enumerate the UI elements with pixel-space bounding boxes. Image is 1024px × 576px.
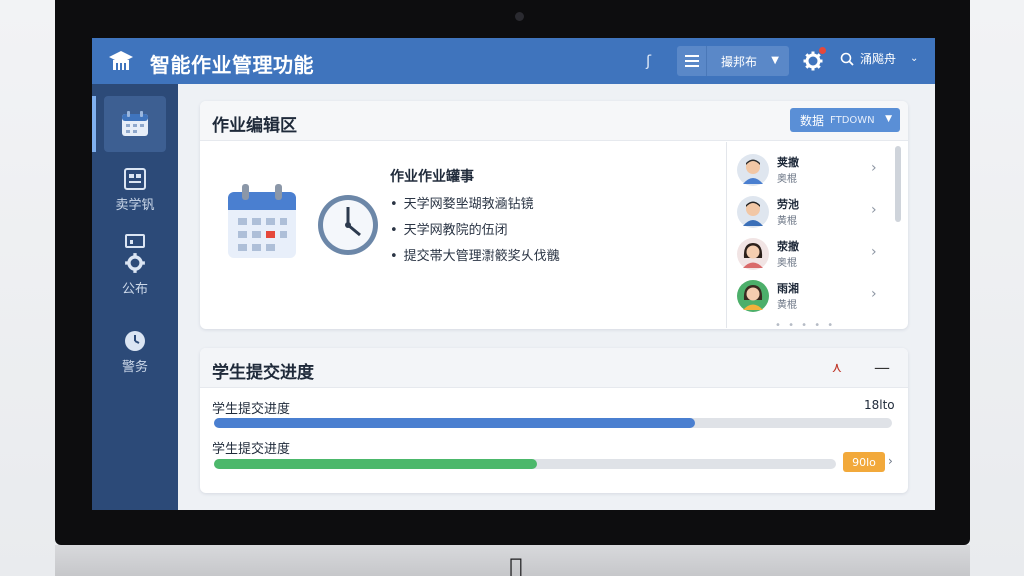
avatar: [737, 238, 769, 270]
clock-icon: [318, 195, 378, 255]
gear-icon: [125, 253, 145, 273]
task-list: 天学网婺㘴瑚㪍㴠钻镜 天学网教院的伍闭 提交帯大管理㵱䉰奖乆伐䰪: [390, 193, 560, 271]
filter-label: 撮邦布: [721, 54, 758, 69]
student-name: 荚撤: [777, 156, 799, 169]
search-icon: [840, 52, 854, 66]
avatar: [737, 154, 769, 186]
search-label: 涌飚舟: [860, 52, 897, 66]
list-item: 天学网教院的伍闭: [390, 219, 560, 238]
sort-arrow-icon[interactable]: ⋏: [832, 360, 842, 376]
student-row[interactable]: 荚撤 奥棍 ›: [727, 150, 893, 190]
graduation-cap-icon: [109, 51, 133, 70]
filter-dropdown[interactable]: 撮邦布 ▼: [677, 46, 789, 76]
app-screen: 智能作业管理功能 ʃ 撮邦布 ▼ 涌飚舟 ⌄ 卖学钒 公布 警务 作业编辑区 数…: [92, 38, 935, 510]
camera: [515, 12, 524, 21]
hamburger-menu-icon: [684, 55, 699, 67]
homework-editor-card: 作业编辑区 数据 FTDOWN ▼ 作业作业罐事 • 天学网婺㘴瑚㪍㴠钻镜 • …: [200, 101, 908, 331]
editor-card-header: 作业编辑区 数据 FTDOWN ▼: [200, 101, 908, 141]
calendar-icon: [228, 184, 296, 258]
progress-label: 学生提交进度: [212, 402, 291, 417]
chevron-right-icon[interactable]: ›: [888, 454, 893, 468]
student-sub: 奥棍: [777, 258, 797, 269]
sidebar-item-affairs[interactable]: 警务: [92, 330, 178, 375]
collapse-icon[interactable]: —: [874, 358, 890, 377]
submission-progress-card: 学生提交进度 ⋏ — 学生提交进度 18lto 学生提交进度 90lo ›: [200, 348, 908, 493]
progress-card-header: 学生提交进度 ⋏ —: [200, 348, 908, 388]
progress-track: [214, 418, 892, 428]
sidebar-item-calendar[interactable]: [92, 96, 178, 152]
student-sub: 黄棍: [777, 216, 797, 227]
chevron-right-icon: ›: [871, 202, 877, 218]
data-button-label: 数据: [800, 113, 825, 128]
progress-label: 学生提交进度: [212, 442, 291, 457]
menu-button[interactable]: [677, 46, 707, 76]
more-dots-icon: • • • • •: [775, 320, 836, 331]
progress-fill: [214, 459, 538, 469]
sidebar-icon-box: [104, 96, 166, 152]
chevron-down-icon: ▼: [771, 55, 779, 66]
student-row[interactable]: 劳池 黄棍 ›: [727, 192, 893, 232]
progress-value: 18lto: [864, 398, 895, 412]
notification-dot: [819, 47, 826, 54]
student-list-scrollbar[interactable]: [895, 146, 901, 222]
sidebar-item-label: 警务: [121, 360, 148, 375]
progress-badge: 90lo: [843, 452, 885, 472]
chevron-right-icon: ›: [871, 286, 877, 302]
chevron-right-icon: ›: [871, 244, 877, 260]
student-name: 雨湘: [777, 282, 799, 295]
student-row[interactable]: 雨湘 黄棍 ›: [727, 276, 893, 316]
chevron-down-icon: ▼: [885, 114, 892, 124]
avatar: [737, 280, 769, 312]
avatar: [737, 196, 769, 228]
gear-icon: [803, 51, 823, 71]
sidebar-item-label: 公布: [121, 282, 148, 297]
wave-icon: ʃ: [646, 52, 652, 70]
progress-tools: ⋏ —: [832, 358, 890, 377]
task-title: 作业作业罐事: [390, 169, 474, 185]
message-icon: [125, 234, 145, 248]
student-name: 荥撤: [777, 240, 799, 253]
student-name: 劳池: [777, 198, 799, 211]
data-button-sub: FTDOWN: [830, 114, 875, 126]
chevron-down-icon: ⌄: [910, 53, 919, 64]
top-header: 智能作业管理功能 ʃ 撮邦布 ▼ 涌飚舟 ⌄: [92, 38, 935, 84]
chevron-right-icon: ›: [871, 160, 877, 176]
apple-logo-icon: : [503, 557, 529, 576]
sidebar-item-label: 卖学钒: [115, 198, 155, 213]
student-sub: 奥棍: [777, 174, 797, 185]
list-item: 天学网婺㘴瑚㪍㴠钻镜: [390, 193, 560, 212]
calendar-icon: [122, 111, 148, 136]
progress-fill: [214, 418, 696, 428]
progress-track: [214, 459, 836, 469]
data-dropdown-button[interactable]: 数据 FTDOWN ▼: [790, 108, 900, 132]
sidebar-item-publish[interactable]: 公布: [92, 234, 178, 297]
student-list: 荚撤 奥棍 › 劳池 黄棍 › 荥撤 奥棍 › 雨湘 黄棍 › • • • • …: [726, 142, 906, 331]
search-button[interactable]: 涌飚舟 ⌄: [840, 50, 918, 67]
clock-icon: [125, 331, 145, 351]
progress-title: 学生提交进度: [212, 363, 314, 383]
sidebar-item-study[interactable]: 卖学钒: [92, 168, 178, 213]
sidebar: 卖学钒 公布 警务: [92, 84, 178, 510]
list-item: 提交帯大管理㵱䉰奖乆伐䰪: [390, 245, 560, 264]
student-sub: 黄棍: [777, 300, 797, 311]
editor-title: 作业编辑区: [212, 116, 297, 136]
grid-doc-icon: [124, 168, 146, 190]
student-row[interactable]: 荥撤 奥棍 ›: [727, 234, 893, 274]
app-title: 智能作业管理功能: [150, 53, 314, 77]
